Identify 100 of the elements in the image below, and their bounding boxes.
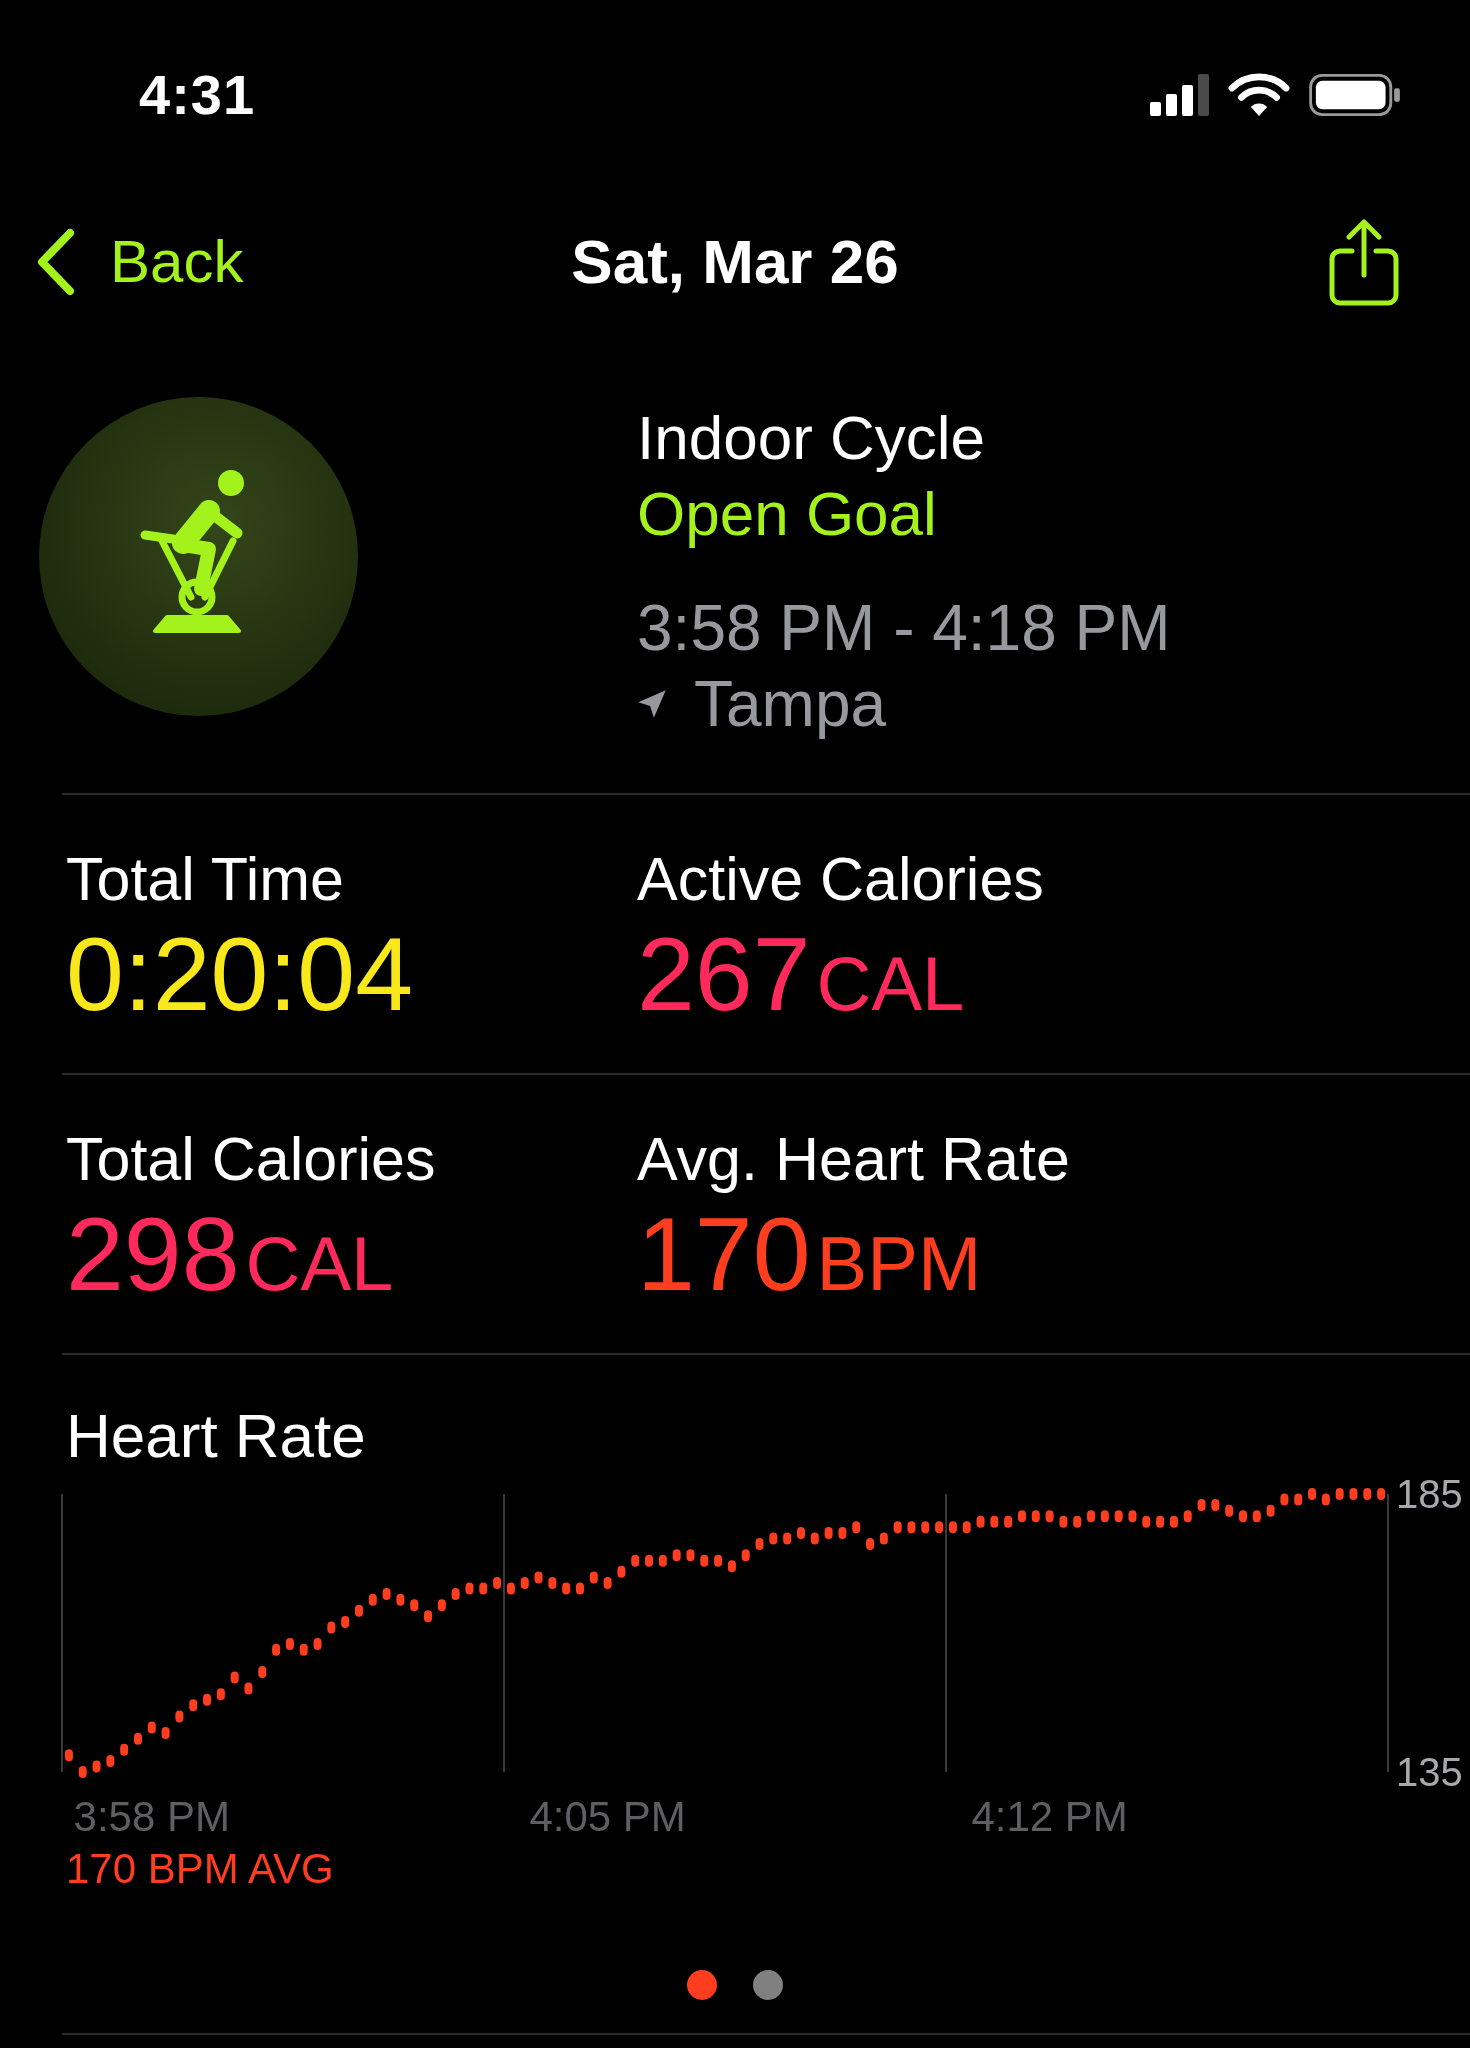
heart-rate-point xyxy=(78,1766,87,1778)
back-button[interactable]: Back xyxy=(36,228,244,296)
page-dot[interactable] xyxy=(687,1970,717,2000)
status-time: 4:31 xyxy=(139,67,256,123)
heart-rate-point xyxy=(244,1682,253,1695)
stat-label: Active Calories xyxy=(637,844,1044,915)
stat-label: Avg. Heart Rate xyxy=(637,1124,1070,1195)
battery-icon xyxy=(1308,74,1402,116)
exercise-bike-icon xyxy=(39,397,358,716)
heart-rate-point xyxy=(879,1532,888,1545)
heart-rate-point xyxy=(327,1621,336,1634)
heart-rate-point xyxy=(258,1665,267,1678)
heart-rate-point xyxy=(852,1521,861,1534)
heart-rate-point xyxy=(1156,1515,1165,1528)
workout-location: Tampa xyxy=(694,667,887,742)
stat-value: 267CAL xyxy=(637,915,965,1033)
heart-rate-point xyxy=(1142,1515,1151,1528)
heart-rate-point xyxy=(216,1688,225,1701)
heart-rate-point xyxy=(465,1582,474,1595)
heart-rate-point xyxy=(161,1727,170,1740)
heart-rate-point xyxy=(755,1538,764,1551)
heart-rate-point xyxy=(1349,1488,1358,1500)
heart-rate-point xyxy=(810,1532,819,1545)
heart-rate-point xyxy=(1183,1510,1192,1523)
heart-rate-point xyxy=(838,1526,847,1539)
heart-rate-point xyxy=(783,1532,792,1545)
heart-rate-point xyxy=(714,1554,723,1567)
heart-rate-point xyxy=(562,1582,571,1595)
heart-rate-point xyxy=(189,1699,198,1712)
workout-name: Indoor Cycle xyxy=(637,402,987,474)
heart-rate-point xyxy=(548,1576,557,1589)
heart-rate-point xyxy=(382,1588,391,1601)
wifi-icon xyxy=(1228,73,1290,117)
nav-title: Sat, Mar 26 xyxy=(571,231,899,293)
heart-rate-point xyxy=(1059,1515,1068,1528)
heart-rate-point xyxy=(451,1588,460,1601)
heart-rate-point xyxy=(1169,1515,1178,1528)
heart-rate-point xyxy=(727,1560,736,1573)
heart-rate-point xyxy=(1197,1499,1206,1512)
heart-rate-point xyxy=(1031,1510,1040,1523)
share-button[interactable] xyxy=(1328,217,1400,307)
heart-rate-point xyxy=(437,1599,446,1612)
heart-rate-point xyxy=(631,1554,640,1567)
stat-label: Total Calories xyxy=(66,1124,436,1195)
stat-label: Total Time xyxy=(66,844,344,915)
heart-rate-point xyxy=(1252,1510,1261,1523)
heart-rate-point xyxy=(907,1521,916,1534)
heart-rate-point xyxy=(64,1749,73,1762)
heart-rate-point xyxy=(1377,1488,1386,1500)
heart-rate-point xyxy=(313,1638,322,1651)
heart-rate-point xyxy=(686,1549,695,1562)
stat-value: 298CAL xyxy=(66,1195,394,1313)
heart-rate-point xyxy=(976,1515,985,1528)
stat-value: 0:20:04 xyxy=(66,915,413,1033)
heart-rate-point xyxy=(866,1538,875,1551)
average-heart-rate: 170 BPM AVG xyxy=(66,1847,334,1891)
heart-rate-point xyxy=(1280,1493,1289,1506)
heart-rate-point xyxy=(1017,1510,1026,1523)
heart-rate-point xyxy=(769,1532,778,1545)
heart-rate-point xyxy=(175,1710,184,1723)
heart-rate-point xyxy=(672,1549,681,1562)
heart-rate-point xyxy=(617,1565,626,1578)
heart-rate-point xyxy=(272,1643,281,1656)
heart-rate-point xyxy=(1045,1510,1054,1523)
heart-rate-point xyxy=(1294,1493,1303,1506)
heart-rate-point xyxy=(299,1643,308,1656)
heart-rate-point xyxy=(1004,1515,1013,1528)
heart-rate-point xyxy=(1363,1488,1372,1500)
stat-value: 170BPM xyxy=(637,1195,982,1313)
heart-rate-point xyxy=(824,1526,833,1539)
heart-rate-point xyxy=(575,1582,584,1595)
axis-label: 185 xyxy=(1396,1472,1463,1516)
heart-rate-point xyxy=(368,1593,377,1606)
heart-rate-point xyxy=(645,1554,654,1567)
heart-rate-point xyxy=(893,1521,902,1534)
heart-rate-point xyxy=(1335,1488,1344,1500)
heart-rate-point xyxy=(1087,1510,1096,1523)
heart-rate-point xyxy=(285,1638,294,1651)
heart-rate-point xyxy=(520,1576,529,1589)
heart-rate-point xyxy=(1321,1493,1330,1506)
heart-rate-point xyxy=(796,1526,805,1539)
heart-rate-point xyxy=(120,1743,129,1756)
heart-rate-point xyxy=(92,1760,101,1773)
heart-rate-point xyxy=(1238,1510,1247,1523)
page-dot[interactable] xyxy=(753,1970,783,2000)
heart-rate-point xyxy=(106,1754,115,1767)
heart-rate-point xyxy=(493,1576,502,1589)
share-icon xyxy=(1328,217,1400,307)
signal-icon xyxy=(1150,74,1210,116)
heart-rate-point xyxy=(658,1554,667,1567)
heart-rate-point xyxy=(700,1554,709,1567)
heart-rate-point xyxy=(534,1571,543,1584)
heart-rate-point xyxy=(1073,1515,1082,1528)
heart-rate-point xyxy=(1128,1510,1137,1523)
axis-label: 4:05 PM xyxy=(529,1793,686,1839)
heart-rate-point xyxy=(935,1521,944,1534)
heart-rate-point xyxy=(230,1671,239,1684)
heart-rate-point xyxy=(1211,1499,1220,1512)
back-chevron-icon xyxy=(36,228,76,296)
heart-rate-point xyxy=(133,1732,142,1745)
